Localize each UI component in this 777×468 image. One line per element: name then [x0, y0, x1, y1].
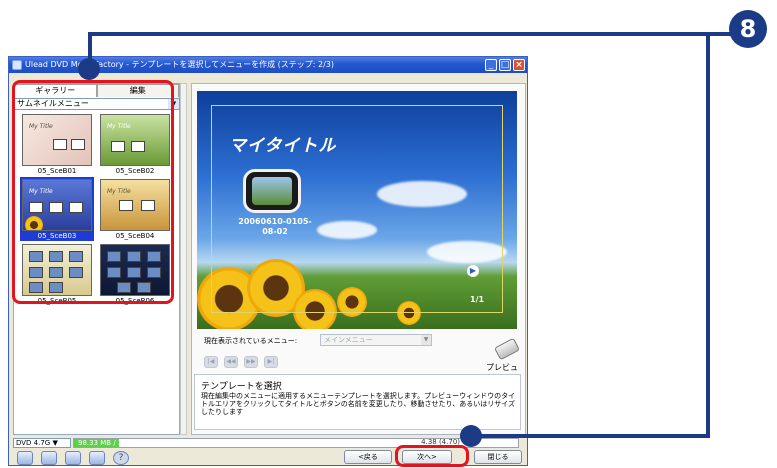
help-description-box: テンプレートを選択 現在編集中のメニューに適用するメニューテンプレートを選択しま… — [194, 374, 521, 430]
minimize-icon[interactable]: _ — [485, 59, 497, 71]
current-menu-label: 現在表示されているメニュー: — [204, 337, 298, 345]
menu-preview-window[interactable]: マイタイトル 20060610-0105-08-02 ▶ 1/1 — [197, 91, 517, 329]
next-button-highlight-box — [395, 445, 469, 467]
close-button[interactable]: 閉じる — [474, 450, 522, 464]
menu-title-text[interactable]: マイタイトル — [229, 131, 336, 156]
callout-line — [706, 32, 710, 438]
thumbnail-screen — [252, 177, 292, 205]
help-icon[interactable]: ? — [113, 451, 129, 465]
chevron-down-icon[interactable]: ▼ — [421, 335, 431, 345]
window-controls: _ □ × — [485, 59, 525, 71]
help-title: テンプレートを選択 — [201, 382, 282, 392]
burn-drive-icon[interactable] — [89, 451, 105, 465]
previous-page-icon[interactable]: ◀◀ — [224, 356, 238, 368]
close-icon[interactable]: × — [513, 59, 525, 71]
project-settings-icon[interactable] — [17, 451, 33, 465]
maximize-icon[interactable]: □ — [499, 59, 511, 71]
current-menu-value: メインメニュー — [324, 336, 373, 344]
help-text: 現在編集中のメニューに適用するメニューテンプレートを選択します。プレビューウィン… — [201, 392, 516, 416]
callout-line — [88, 32, 732, 36]
preview-panel: マイタイトル 20060610-0105-08-02 ▶ 1/1 現在表示されて… — [191, 83, 526, 435]
next-page-icon[interactable]: ▶ — [467, 265, 479, 277]
remote-control-icon[interactable] — [494, 337, 520, 361]
gallery-scrollbar[interactable] — [180, 83, 187, 435]
first-page-icon[interactable]: |◀ — [204, 356, 218, 368]
callout-dot — [78, 58, 100, 80]
callout-line — [470, 434, 710, 438]
app-icon — [12, 60, 22, 70]
last-page-icon[interactable]: ▶| — [264, 356, 278, 368]
callout-dot — [460, 425, 482, 447]
playback-controls: |◀ ◀◀ ▶▶ ▶| — [204, 356, 278, 368]
gallery-highlight-box — [12, 80, 174, 304]
step-number-badge: 8 — [729, 10, 767, 48]
settings-gear-icon[interactable] — [41, 451, 57, 465]
capacity-used-text: 98.33 MB / 30 分 2 秒 — [78, 439, 152, 447]
back-button[interactable]: <戻る — [344, 450, 392, 464]
disc-type-select[interactable]: DVD 4.7G ▼ — [13, 438, 71, 448]
disc-type-value: DVD 4.7G — [16, 439, 51, 447]
page-indicator: 1/1 — [470, 295, 485, 304]
next-page-icon[interactable]: ▶▶ — [244, 356, 258, 368]
current-menu-select[interactable]: メインメニュー ▼ — [320, 334, 432, 346]
window-title: Ulead DVD MovieFactory - テンプレートを選択してメニュー… — [25, 60, 335, 69]
disc-output-icon[interactable] — [65, 451, 81, 465]
thumbnail-caption[interactable]: 20060610-0105-08-02 — [235, 217, 315, 237]
tv-thumbnail-button[interactable] — [243, 169, 301, 213]
